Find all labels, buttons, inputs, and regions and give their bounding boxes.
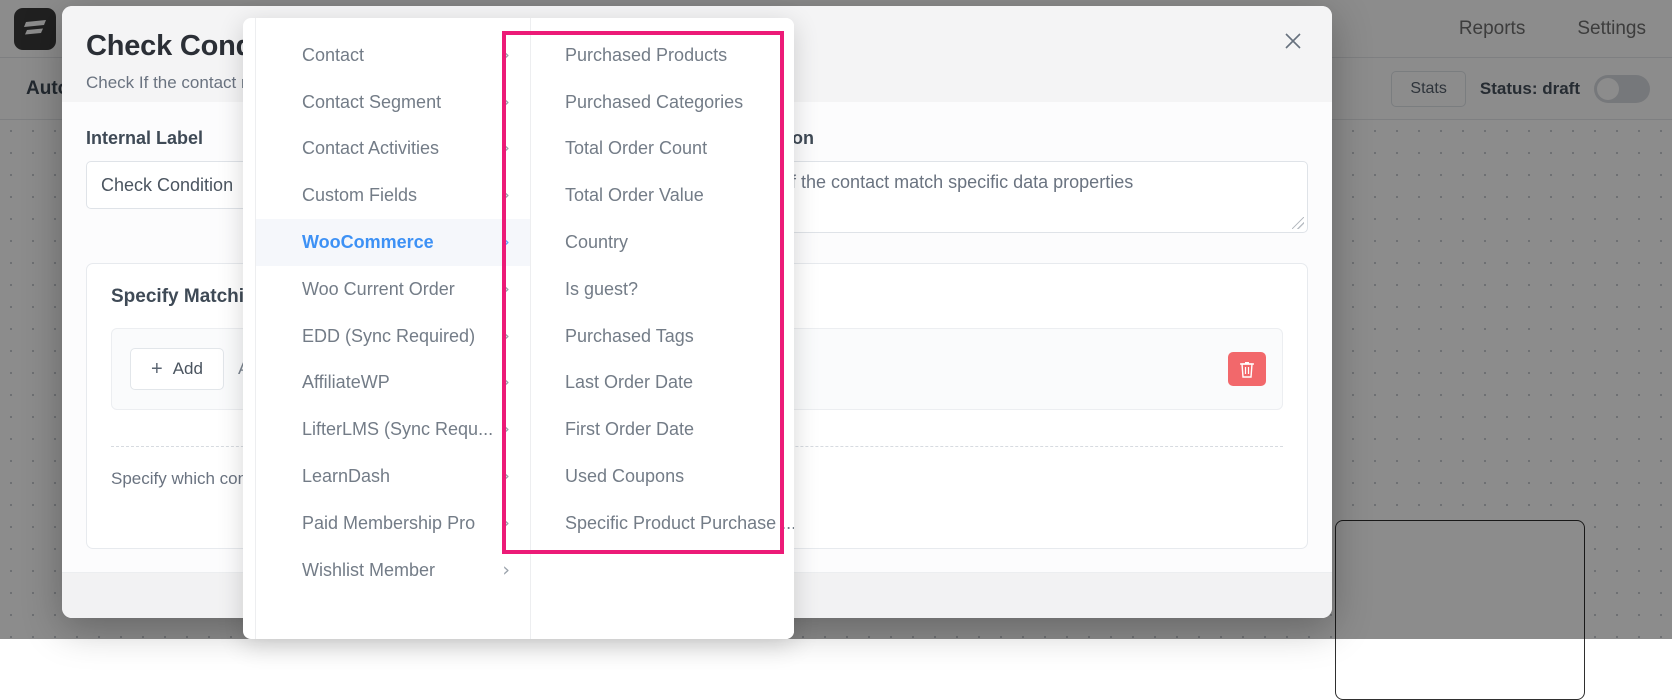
menu-group-label: WooCommerce [302, 232, 434, 253]
menu-item-is-guest[interactable]: Is guest? [531, 266, 794, 313]
menu-item-label: Specific Product Purchase ... [565, 513, 794, 534]
menu-item-used-coupons[interactable]: Used Coupons [531, 453, 794, 500]
menu-item-first-order-date[interactable]: First Order Date [531, 406, 794, 453]
chevron-right-icon: › [502, 93, 510, 112]
menu-item-label: Purchased Products [565, 45, 727, 66]
chevron-right-icon: › [502, 233, 510, 252]
menu-item-country[interactable]: Country [531, 219, 794, 266]
menu-group-woocommerce[interactable]: WooCommerce › [256, 219, 530, 266]
chevron-right-icon: › [502, 420, 510, 439]
menu-item-total-order-value[interactable]: Total Order Value [531, 172, 794, 219]
chevron-right-icon: › [502, 139, 510, 158]
menu-group-label: AffiliateWP [302, 372, 390, 393]
menu-group-lifterlms-sync-requ[interactable]: LifterLMS (Sync Requ... › [256, 406, 530, 453]
description-textarea[interactable]: Check If the contact match specific data… [715, 161, 1308, 233]
menu-group-label: Contact Activities [302, 138, 439, 159]
menu-group-label: Contact [302, 45, 364, 66]
chevron-right-icon: › [502, 46, 510, 65]
chevron-right-icon: › [502, 561, 510, 580]
menu-item-label: First Order Date [565, 419, 694, 440]
chevron-right-icon: › [502, 514, 510, 533]
menu-group-contact-activities[interactable]: Contact Activities › [256, 126, 530, 173]
menu-item-label: Last Order Date [565, 372, 693, 393]
menu-group-affiliatewp[interactable]: AffiliateWP › [256, 360, 530, 407]
menu-item-column: Purchased Products Purchased Categories To… [531, 18, 794, 639]
menu-group-label: EDD (Sync Required) [302, 326, 475, 347]
menu-item-specific-product-purchase[interactable]: Specific Product Purchase ... [531, 500, 794, 547]
description-label: Description [715, 128, 1308, 149]
menu-group-contact[interactable]: Contact › [256, 32, 530, 79]
menu-item-label: Purchased Tags [565, 326, 694, 347]
condition-picker-menu: Contact›Contact Segment›Contact Activiti… [243, 18, 794, 639]
menu-item-label: Purchased Categories [565, 92, 743, 113]
add-condition-button[interactable]: + Add [130, 348, 224, 390]
menu-group-label: LifterLMS (Sync Requ... [302, 419, 493, 440]
menu-group-label: Woo Current Order [302, 279, 455, 300]
description-group: Description Check If the contact match s… [715, 128, 1308, 233]
menu-item-label: Total Order Count [565, 138, 707, 159]
close-icon[interactable] [1280, 28, 1306, 54]
menu-item-purchased-categories[interactable]: Purchased Categories [531, 79, 794, 126]
menu-item-label: Country [565, 232, 628, 253]
menu-group-learndash[interactable]: LearnDash › [256, 453, 530, 500]
menu-group-label: Paid Membership Pro [302, 513, 475, 534]
chevron-right-icon: › [502, 373, 510, 392]
menu-group-column: Contact›Contact Segment›Contact Activiti… [255, 18, 531, 639]
menu-group-woo-current-order[interactable]: Woo Current Order › [256, 266, 530, 313]
menu-item-label: Is guest? [565, 279, 638, 300]
resize-grip-icon[interactable] [1292, 217, 1304, 229]
menu-item-last-order-date[interactable]: Last Order Date [531, 360, 794, 407]
menu-item-label: Used Coupons [565, 466, 684, 487]
menu-group-label: Contact Segment [302, 92, 441, 113]
chevron-right-icon: › [502, 186, 510, 205]
menu-group-wishlist-member[interactable]: Wishlist Member › [256, 547, 530, 594]
chevron-right-icon: › [502, 467, 510, 486]
add-button-label: Add [173, 359, 203, 379]
menu-group-custom-fields[interactable]: Custom Fields › [256, 172, 530, 219]
menu-group-paid-membership-pro[interactable]: Paid Membership Pro › [256, 500, 530, 547]
plus-icon: + [151, 359, 163, 379]
menu-group-label: Wishlist Member [302, 560, 435, 581]
menu-item-purchased-tags[interactable]: Purchased Tags [531, 313, 794, 360]
menu-item-label: Total Order Value [565, 185, 704, 206]
menu-item-total-order-count[interactable]: Total Order Count [531, 126, 794, 173]
menu-group-edd-sync-required[interactable]: EDD (Sync Required) › [256, 313, 530, 360]
menu-group-contact-segment[interactable]: Contact Segment › [256, 79, 530, 126]
menu-group-label: LearnDash [302, 466, 390, 487]
chevron-right-icon: › [502, 280, 510, 299]
trash-icon[interactable] [1228, 352, 1266, 386]
menu-group-label: Custom Fields [302, 185, 417, 206]
chevron-right-icon: › [502, 327, 510, 346]
menu-item-purchased-products[interactable]: Purchased Products [531, 32, 794, 79]
